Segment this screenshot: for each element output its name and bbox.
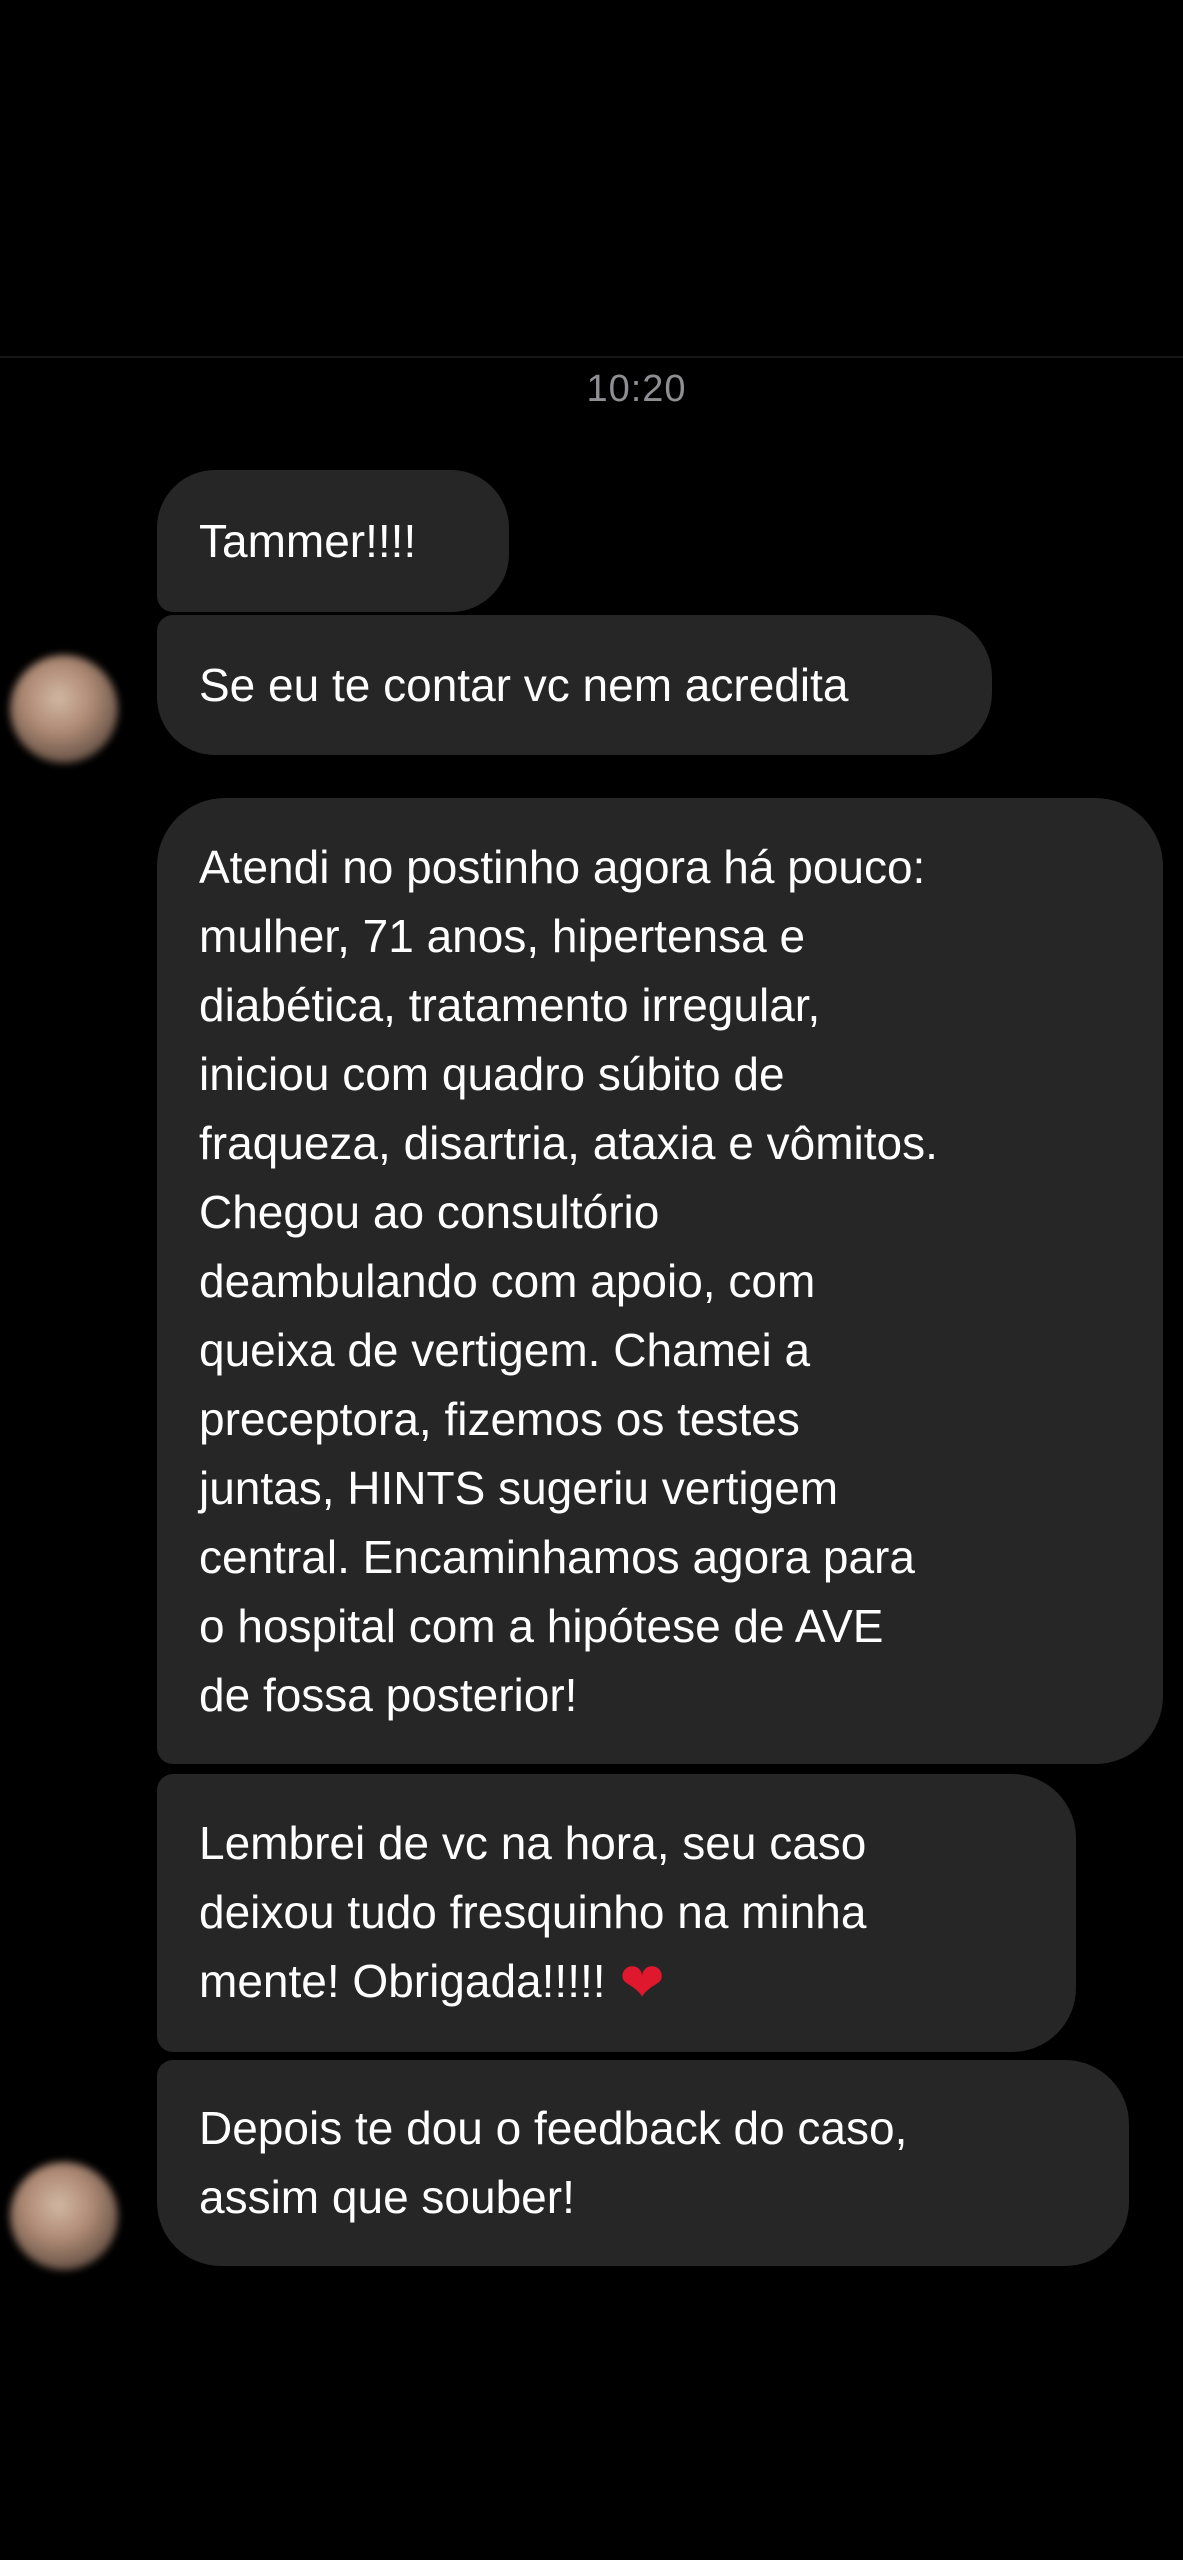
message-text-with-emoji: mente! Obrigada!!!!! ❤ — [199, 1947, 1036, 2017]
message-text: Depois te dou o feedback do caso, — [199, 2102, 908, 2154]
message-text: de fossa posterior! — [199, 1668, 578, 1721]
message-text: preceptora, fizemos os testes — [199, 1392, 800, 1445]
message-text: central. Encaminhamos agora para — [199, 1530, 915, 1583]
message-bubble[interactable]: Lembrei de vc na hora, seu caso deixou t… — [157, 1774, 1076, 2052]
message-timestamp: 10:20 — [586, 368, 687, 410]
message-text: Se eu te contar vc nem acredita — [199, 658, 849, 711]
message-bubble[interactable]: Tammer!!!! — [157, 470, 509, 612]
red-heart-icon: ❤ — [619, 1951, 665, 2014]
message-bubble[interactable]: Atendi no postinho agora há pouco: mulhe… — [157, 798, 1163, 1764]
message-text: Atendi no postinho agora há pouco: — [199, 840, 926, 893]
message-text: Chegou ao consultório — [199, 1185, 660, 1238]
message-text: diabética, tratamento irregular, — [199, 978, 821, 1031]
message-text: fraqueza, disartria, ataxia e vômitos. — [199, 1116, 938, 1169]
message-text: o hospital com a hipótese de AVE — [199, 1599, 884, 1652]
message-text: assim que souber! — [199, 2171, 575, 2223]
message-text: Lembrei de vc na hora, seu caso — [199, 1817, 867, 1869]
message-bubble[interactable]: Depois te dou o feedback do caso, assim … — [157, 2060, 1129, 2266]
message-text: queixa de vertigem. Chamei a — [199, 1323, 811, 1376]
message-text: juntas, HINTS sugeriu vertigem — [199, 1461, 839, 1514]
message-text: Tammer!!!! — [199, 514, 417, 567]
header-divider — [0, 356, 1183, 358]
message-text: deambulando com apoio, com — [199, 1254, 816, 1307]
message-text: iniciou com quadro súbito de — [199, 1047, 785, 1100]
sender-avatar[interactable] — [10, 655, 118, 763]
sender-avatar[interactable] — [10, 2162, 118, 2270]
message-text: deixou tudo fresquinho na minha — [199, 1886, 867, 1938]
message-bubble[interactable]: Se eu te contar vc nem acredita — [157, 615, 992, 755]
message-text: mulher, 71 anos, hipertensa e — [199, 909, 806, 962]
message-text: mente! Obrigada!!!!! — [199, 1955, 606, 2007]
